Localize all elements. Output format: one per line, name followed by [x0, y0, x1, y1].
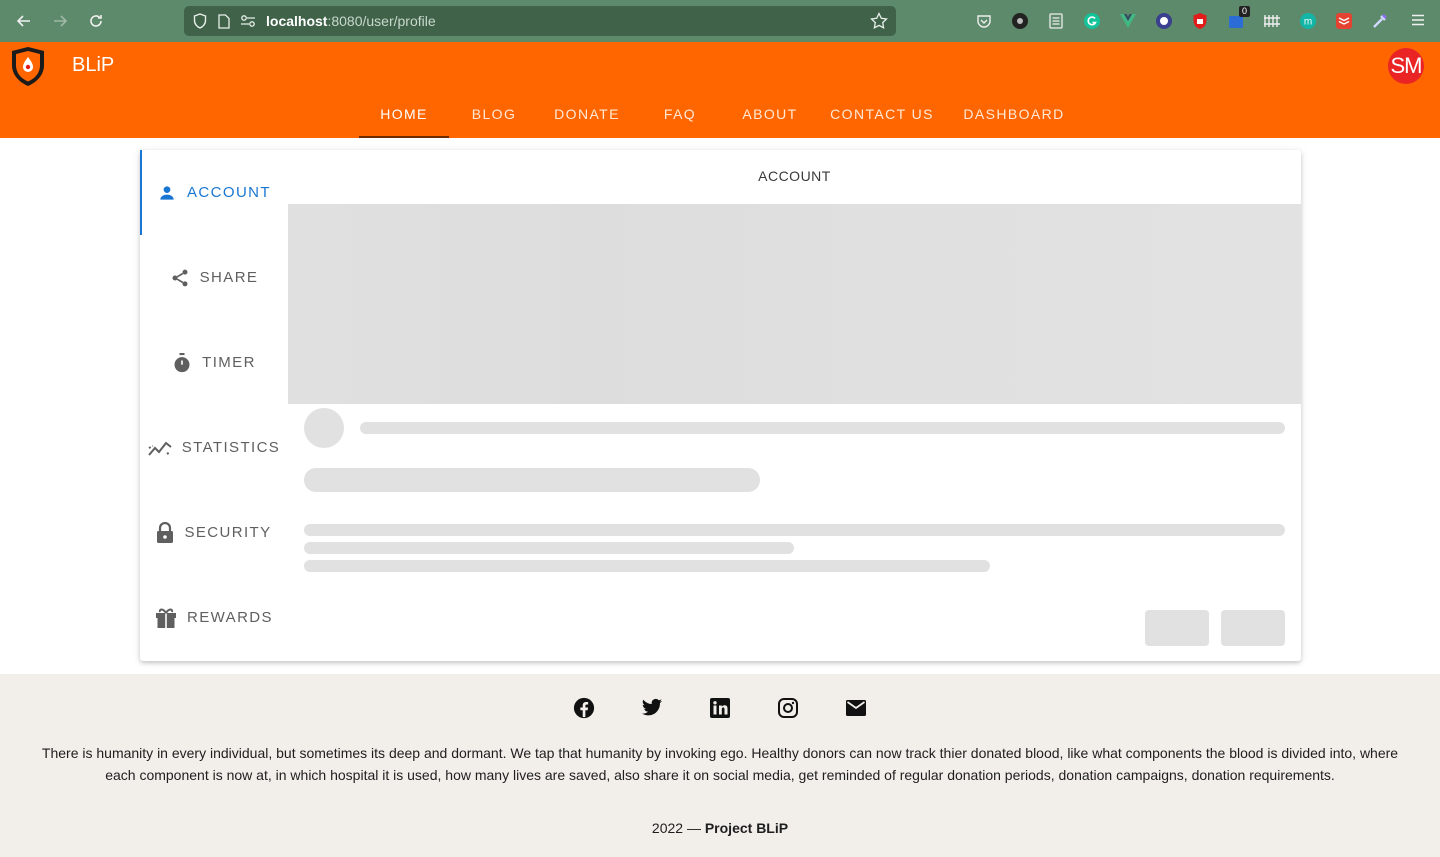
main-nav-tabs: Home Blog Donate FAQ About Contact Us Da… [359, 90, 1079, 138]
shield-icon [192, 13, 208, 29]
extension-badge-count: 0 [1238, 6, 1250, 17]
twitter-icon[interactable] [640, 696, 664, 720]
eyedropper-icon[interactable] [1368, 9, 1392, 33]
vtab-share-label: SHARE [199, 269, 259, 286]
vtab-rewards-label: REWARDS [187, 609, 273, 626]
profile-card: ACCOUNT SHARE TIMER STATISTICS SECURITY … [140, 150, 1301, 661]
address-bar[interactable]: localhost:8080/user/profile [184, 6, 896, 36]
vtab-timer[interactable]: TIMER [140, 320, 288, 405]
logo-icon[interactable] [8, 46, 48, 88]
project-name: Project BLiP [704, 820, 789, 836]
extension-m-icon[interactable]: m [1296, 9, 1320, 33]
tab-blog[interactable]: Blog [449, 90, 539, 138]
statistics-icon [148, 441, 172, 456]
vtab-security[interactable]: SECURITY [140, 490, 288, 575]
vtab-security-label: SECURITY [184, 524, 272, 541]
url-text: localhost:8080/user/profile [266, 13, 436, 29]
extension-dark-icon[interactable] [1008, 9, 1032, 33]
tab-faq[interactable]: FAQ [635, 90, 725, 138]
gift-icon [156, 608, 177, 628]
fence-icon[interactable] [1260, 9, 1284, 33]
tab-contact-us[interactable]: Contact Us [815, 90, 949, 138]
page-icon [216, 13, 232, 29]
linkedin-icon[interactable] [708, 696, 732, 720]
avatar[interactable]: SM [1388, 48, 1424, 84]
vtab-statistics-label: STATISTICS [181, 439, 281, 456]
instagram-icon[interactable] [776, 696, 800, 720]
extensions-toolbar: 0 m [972, 6, 1392, 33]
vue-devtools-icon[interactable] [1116, 9, 1140, 33]
svg-text:m: m [1304, 17, 1312, 28]
notes-icon[interactable] [1044, 9, 1068, 33]
app-header: BLiP SM Home Blog Donate FAQ About Conta… [0, 42, 1440, 138]
skeleton-heading-line [360, 422, 1285, 434]
bookmark-star-icon[interactable] [870, 11, 888, 33]
footer-description: There is humanity in every individual, b… [41, 745, 1399, 783]
extension-globe-icon[interactable] [1152, 9, 1176, 33]
browser-toolbar: localhost:8080/user/profile 0 m [0, 0, 1440, 42]
footer: There is humanity in every individual, b… [0, 674, 1440, 857]
skeleton-text-line [304, 524, 1285, 536]
person-icon [160, 185, 174, 200]
extension-badge-icon[interactable]: 0 [1224, 6, 1250, 33]
tab-donate[interactable]: Donate [539, 90, 635, 138]
pocket-icon[interactable] [972, 9, 996, 33]
reload-icon[interactable] [78, 3, 114, 39]
back-icon[interactable] [6, 3, 42, 39]
tab-home[interactable]: Home [359, 90, 449, 138]
vtab-statistics[interactable]: STATISTICS [140, 405, 288, 490]
timer-icon [174, 352, 190, 372]
extension-shield-icon[interactable] [1188, 9, 1212, 33]
skeleton-button [1221, 610, 1285, 646]
copyright: 2022 — Project BLiP [0, 820, 1440, 836]
skeleton-chip [304, 468, 760, 492]
todoist-icon[interactable] [1332, 9, 1356, 33]
facebook-icon[interactable] [572, 696, 596, 720]
permissions-icon[interactable] [240, 13, 256, 29]
share-icon [172, 269, 188, 286]
profile-vertical-tabs: ACCOUNT SHARE TIMER STATISTICS SECURITY … [140, 150, 288, 660]
vtab-rewards[interactable]: REWARDS [140, 575, 288, 660]
url-path: :8080/user/profile [327, 13, 436, 29]
tab-dashboard[interactable]: Dashboard [949, 90, 1079, 138]
lock-icon [157, 521, 174, 543]
social-links [0, 696, 1440, 720]
copyright-year: 2022 — [651, 820, 701, 836]
skeleton-button [1145, 610, 1209, 646]
panel-title: ACCOUNT [758, 168, 831, 184]
vtab-share[interactable]: SHARE [140, 235, 288, 320]
url-host: localhost [266, 13, 328, 29]
skeleton-image [288, 204, 1301, 404]
tab-about[interactable]: About [725, 90, 815, 138]
skeleton-avatar [304, 408, 344, 448]
vtab-timer-label: TIMER [202, 354, 256, 371]
grammarly-icon[interactable] [1080, 9, 1104, 33]
vtab-account[interactable]: ACCOUNT [140, 150, 288, 235]
brand-name[interactable]: BLiP [72, 54, 114, 77]
vtab-account-label: ACCOUNT [187, 184, 271, 201]
skeleton-text-line [304, 560, 990, 572]
email-icon[interactable] [844, 696, 868, 720]
forward-icon[interactable] [42, 3, 78, 39]
hamburger-menu-icon[interactable] [1410, 12, 1426, 33]
skeleton-text-line [304, 542, 794, 554]
